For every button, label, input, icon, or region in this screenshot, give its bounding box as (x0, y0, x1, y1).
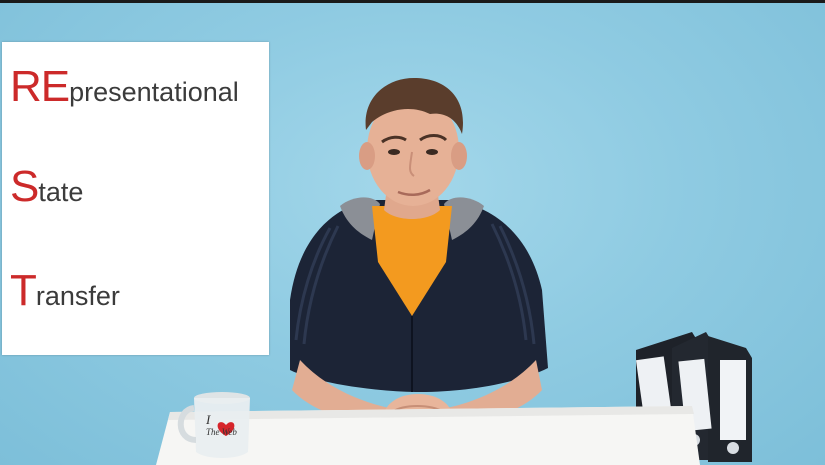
acronym-word-rest: ransfer (35, 281, 120, 311)
acronym-initial: T (10, 266, 37, 315)
acronym-initial: S (10, 162, 39, 211)
mug-text-line2: The Web (206, 427, 237, 437)
acronym-word-rest: tate (38, 177, 84, 207)
acronym-word-rest: presentational (69, 77, 239, 107)
video-frame: I The Web REpresentational State Transfe… (0, 0, 825, 465)
acronym-line-representational: REpresentational (10, 62, 239, 112)
acronym-initial: RE (10, 62, 70, 111)
acronym-line-state: State (10, 162, 83, 212)
mug-text-line1: I (206, 412, 211, 427)
acronym-line-transfer: Transfer (10, 266, 120, 316)
person (290, 78, 548, 438)
rest-acronym-slide: REpresentational State Transfer (2, 42, 269, 355)
mug-text: I The Web (206, 413, 237, 439)
